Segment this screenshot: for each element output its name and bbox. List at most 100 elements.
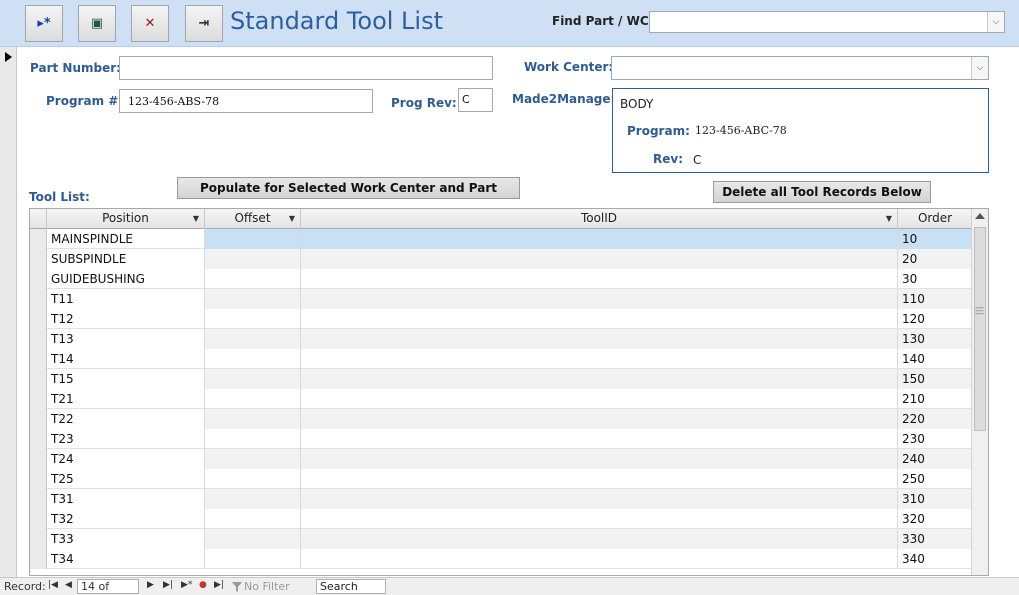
cell-toolid[interactable] — [301, 489, 898, 509]
table-row[interactable]: T21 210 — [30, 389, 972, 409]
table-row[interactable]: T23 230 — [30, 429, 972, 449]
populate-button[interactable]: Populate for Selected Work Center and Pa… — [177, 177, 520, 199]
chevron-down-icon[interactable]: ⌵ — [971, 57, 988, 79]
report-button[interactable]: ▣ — [78, 5, 116, 42]
extra-nav-icon[interactable]: ▶| — [214, 580, 224, 590]
cell-order[interactable]: 240 — [898, 449, 972, 469]
cell-order[interactable]: 130 — [898, 329, 972, 349]
table-row[interactable]: T25 250 — [30, 469, 972, 489]
row-selector[interactable] — [30, 529, 47, 549]
record-selector[interactable] — [0, 47, 17, 577]
part-number-field[interactable] — [119, 56, 493, 80]
vertical-scrollbar[interactable]: — — — — [971, 209, 988, 575]
first-record-icon[interactable]: |◀ — [48, 580, 58, 590]
table-row[interactable]: MAINSPINDLE 10 — [30, 229, 972, 249]
row-selector[interactable] — [30, 489, 47, 509]
filter-clear-icon[interactable]: ● — [199, 580, 207, 590]
cell-toolid[interactable] — [301, 529, 898, 549]
cell-order[interactable]: 340 — [898, 549, 972, 569]
table-row[interactable]: T33 330 — [30, 529, 972, 549]
cell-order[interactable]: 10 — [898, 229, 972, 249]
cell-offset[interactable] — [205, 329, 301, 349]
cell-offset[interactable] — [205, 509, 301, 529]
cell-order[interactable]: 210 — [898, 389, 972, 409]
new-blank-record-icon[interactable]: ▶* — [181, 580, 192, 590]
table-row[interactable]: GUIDEBUSHING 30 — [30, 269, 972, 289]
cell-toolid[interactable] — [301, 249, 898, 269]
prog-rev-field[interactable]: C — [458, 88, 493, 112]
cell-position[interactable]: MAINSPINDLE — [47, 229, 205, 249]
row-selector[interactable] — [30, 549, 47, 569]
cell-offset[interactable] — [205, 469, 301, 489]
table-row[interactable]: SUBSPINDLE 20 — [30, 249, 972, 269]
cell-order[interactable]: 250 — [898, 469, 972, 489]
cell-position[interactable]: GUIDEBUSHING — [47, 269, 205, 289]
row-selector[interactable] — [30, 369, 47, 389]
cell-toolid[interactable] — [301, 269, 898, 289]
cell-position[interactable]: T31 — [47, 489, 205, 509]
table-row[interactable]: T15 150 — [30, 369, 972, 389]
cell-toolid[interactable] — [301, 229, 898, 249]
select-all-corner[interactable] — [30, 209, 47, 229]
next-record-icon[interactable]: ▶ — [147, 580, 154, 590]
delete-all-tools-button[interactable]: Delete all Tool Records Below — [713, 181, 931, 203]
row-selector[interactable] — [30, 389, 47, 409]
row-selector[interactable] — [30, 289, 47, 309]
work-center-combo[interactable]: ⌵ — [611, 56, 989, 80]
cell-order[interactable]: 230 — [898, 429, 972, 449]
new-record-button[interactable]: ▸* — [25, 5, 63, 42]
cell-toolid[interactable] — [301, 309, 898, 329]
cell-order[interactable]: 30 — [898, 269, 972, 289]
cell-position[interactable]: T23 — [47, 429, 205, 449]
cell-offset[interactable] — [205, 349, 301, 369]
last-record-icon[interactable]: ▶| — [163, 580, 173, 590]
table-row[interactable]: T32 320 — [30, 509, 972, 529]
record-position-field[interactable]: 14 of 1130 — [77, 579, 139, 595]
row-selector[interactable] — [30, 409, 47, 429]
cell-position[interactable]: T12 — [47, 309, 205, 329]
cell-order[interactable]: 20 — [898, 249, 972, 269]
cell-position[interactable]: T15 — [47, 369, 205, 389]
table-row[interactable]: T13 130 — [30, 329, 972, 349]
column-dropdown-icon[interactable]: ▼ — [193, 209, 199, 228]
cell-offset[interactable] — [205, 269, 301, 289]
cell-position[interactable]: SUBSPINDLE — [47, 249, 205, 269]
cell-toolid[interactable] — [301, 429, 898, 449]
table-row[interactable]: T22 220 — [30, 409, 972, 429]
cell-offset[interactable] — [205, 249, 301, 269]
row-selector[interactable] — [30, 309, 47, 329]
cell-order[interactable]: 140 — [898, 349, 972, 369]
scroll-thumb[interactable] — [974, 227, 986, 431]
no-filter-indicator[interactable]: No Filter — [244, 580, 290, 593]
table-row[interactable]: T12 120 — [30, 309, 972, 329]
cell-order[interactable]: 120 — [898, 309, 972, 329]
cell-toolid[interactable] — [301, 549, 898, 569]
cell-order[interactable]: 110 — [898, 289, 972, 309]
cell-toolid[interactable] — [301, 409, 898, 429]
find-part-combo[interactable]: ⌵ — [649, 11, 1005, 33]
cell-offset[interactable] — [205, 229, 301, 249]
table-row[interactable]: T34 340 — [30, 549, 972, 569]
table-row[interactable]: T24 240 — [30, 449, 972, 469]
cell-order[interactable]: 150 — [898, 369, 972, 389]
row-selector[interactable] — [30, 429, 47, 449]
cell-offset[interactable] — [205, 309, 301, 329]
cell-position[interactable]: T34 — [47, 549, 205, 569]
row-selector[interactable] — [30, 449, 47, 469]
table-row[interactable]: T14 140 — [30, 349, 972, 369]
row-selector[interactable] — [30, 269, 47, 289]
cell-toolid[interactable] — [301, 469, 898, 489]
column-header-offset[interactable]: Offset ▼ — [205, 209, 301, 229]
row-selector[interactable] — [30, 249, 47, 269]
exit-button[interactable]: ⇥ — [185, 5, 223, 42]
cell-offset[interactable] — [205, 429, 301, 449]
cell-toolid[interactable] — [301, 349, 898, 369]
row-selector[interactable] — [30, 349, 47, 369]
cell-toolid[interactable] — [301, 449, 898, 469]
cell-position[interactable]: T21 — [47, 389, 205, 409]
row-selector[interactable] — [30, 509, 47, 529]
cell-offset[interactable] — [205, 449, 301, 469]
scroll-up-icon[interactable] — [975, 213, 985, 219]
cell-position[interactable]: T14 — [47, 349, 205, 369]
cell-position[interactable]: T13 — [47, 329, 205, 349]
